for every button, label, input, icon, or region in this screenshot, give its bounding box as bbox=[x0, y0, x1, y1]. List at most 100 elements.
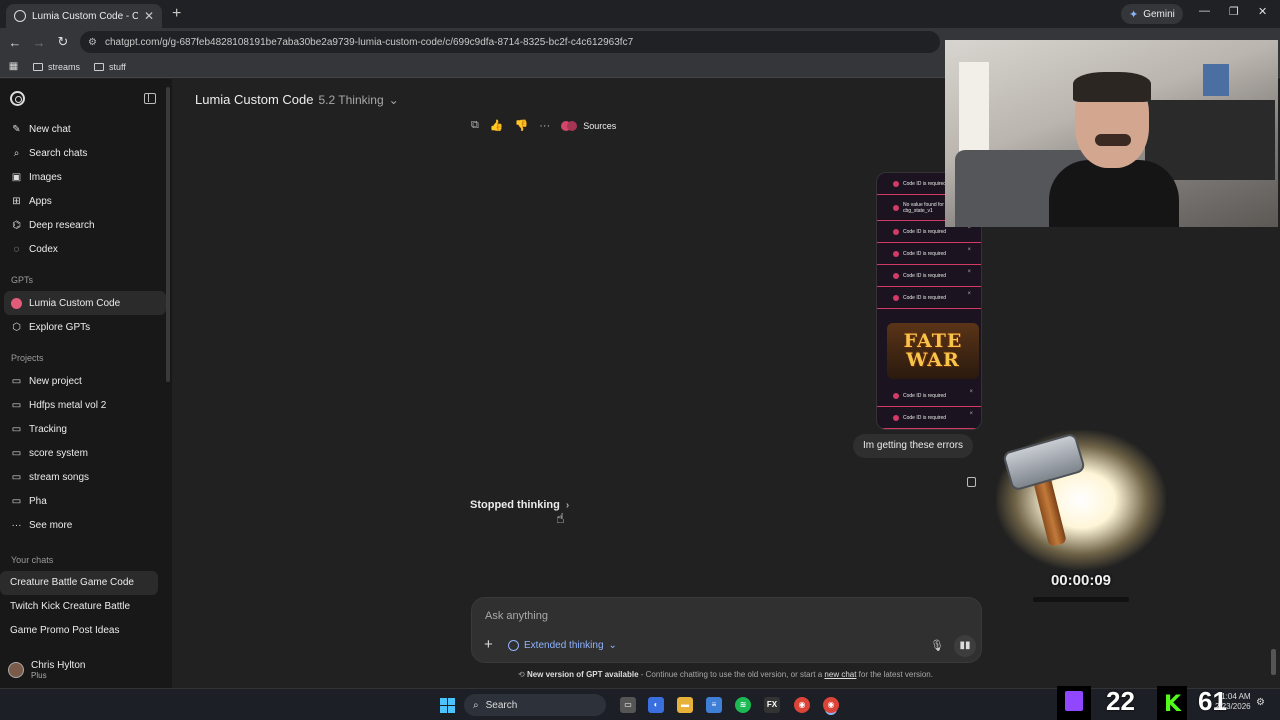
error-text: Code ID is required bbox=[903, 250, 947, 257]
file-explorer-icon[interactable]: ▬ bbox=[677, 697, 693, 713]
error-text: Code ID is required bbox=[903, 294, 947, 301]
tab-title: Lumia Custom Code - Creature bbox=[32, 10, 138, 22]
sidebar-item-apps[interactable]: ⊞ Apps bbox=[0, 189, 166, 213]
sidebar-item-label: Explore GPTs bbox=[29, 321, 91, 333]
thumbs-down-icon[interactable]: 👎 bbox=[515, 119, 529, 132]
sidebar-scrollbar[interactable] bbox=[166, 87, 170, 382]
sidebar-item-project[interactable]: ▭ Pha bbox=[0, 489, 166, 513]
task-view-icon[interactable]: ▭ bbox=[620, 697, 636, 713]
user-name: Chris Hylton bbox=[31, 660, 86, 671]
url-bar[interactable]: ⚙ chatgpt.com/g/g-687feb4828108191be7aba… bbox=[80, 31, 940, 53]
microphone-icon[interactable]: 🎙 bbox=[930, 639, 944, 652]
apps-grid-icon[interactable]: ▦ bbox=[8, 61, 19, 72]
user-profile[interactable]: Chris Hylton Plus bbox=[8, 660, 85, 680]
thumbs-up-icon[interactable]: 👍 bbox=[490, 119, 504, 132]
folder-icon: ▭ bbox=[11, 399, 22, 411]
add-attachment-icon[interactable]: + bbox=[484, 636, 493, 653]
extended-thinking-pill[interactable]: Extended thinking ⌄ bbox=[508, 640, 617, 651]
more-dots-icon[interactable]: ··· bbox=[539, 120, 550, 132]
composer[interactable]: Ask anything + Extended thinking ⌄ 🎙 ▮▮ bbox=[471, 597, 982, 663]
error-toast: Code ID is required × bbox=[877, 407, 981, 429]
spotify-icon[interactable]: ≋ bbox=[735, 697, 751, 713]
error-icon bbox=[893, 414, 899, 421]
sidebar-item-search-chats[interactable]: ⌕ Search chats bbox=[0, 141, 166, 165]
gemini-button[interactable]: ✦ Gemini bbox=[1121, 4, 1183, 24]
sidebar-item-explore-gpts[interactable]: ⬡ Explore GPTs bbox=[0, 315, 166, 339]
image-icon: ▣ bbox=[11, 171, 22, 183]
compose-icon: ✎ bbox=[12, 123, 21, 135]
chat-item[interactable]: Twitch Kick Creature Battle bbox=[0, 595, 172, 619]
kick-icon: K bbox=[1164, 692, 1182, 717]
openai-logo-icon[interactable] bbox=[10, 90, 25, 106]
sidebar-item-project[interactable]: ▭ Hdfps metal vol 2 bbox=[0, 393, 166, 417]
browser-tab[interactable]: Lumia Custom Code - Creature ✕ bbox=[6, 4, 162, 28]
webcam-person bbox=[1073, 72, 1151, 102]
bookmark-folder-stuff[interactable]: stuff bbox=[94, 62, 126, 72]
taskbar-clock[interactable]: 1:04 AM 2/23/2026 bbox=[1215, 692, 1251, 712]
stopped-thinking-toggle[interactable]: Stopped thinking › bbox=[470, 499, 569, 511]
sidebar-item-label: Images bbox=[29, 171, 62, 183]
folder-plus-icon: ▭ bbox=[11, 375, 22, 387]
model-selector[interactable]: Lumia Custom Code 5.2 Thinking ⌄ bbox=[195, 92, 399, 107]
chrome-active-icon[interactable]: ◉ bbox=[823, 697, 839, 713]
sidebar-item-project[interactable]: ▭ Tracking bbox=[0, 417, 166, 441]
folder-icon bbox=[33, 62, 43, 71]
error-toast: Code ID is required × bbox=[877, 385, 981, 407]
chrome-icon[interactable]: ◉ bbox=[794, 697, 810, 713]
sidebar-item-new-project[interactable]: ▭ New project bbox=[0, 369, 166, 393]
error-icon bbox=[893, 204, 899, 211]
sidebar-item-see-more[interactable]: ··· See more bbox=[0, 513, 166, 537]
gpt-avatar-icon bbox=[11, 297, 22, 309]
cube-icon: ⬡ bbox=[12, 321, 21, 333]
more-dots-icon: ··· bbox=[11, 519, 22, 531]
telescope-icon: ⌬ bbox=[12, 219, 21, 231]
sidebar-item-new-chat[interactable]: ✎ New chat bbox=[0, 117, 166, 141]
logo-line: WAR bbox=[906, 349, 960, 371]
chat-item[interactable]: Game Promo Post Ideas bbox=[0, 619, 172, 643]
voice-mode-icon[interactable]: ▮▮ bbox=[954, 635, 976, 657]
chat-item[interactable]: Creature Battle Game Code bbox=[0, 571, 158, 595]
forward-icon[interactable]: → bbox=[27, 35, 51, 50]
notepad-icon[interactable]: ≡ bbox=[706, 697, 722, 713]
sidebar-item-label: Codex bbox=[29, 243, 58, 255]
sidebar-item-project[interactable]: ▭ stream songs bbox=[0, 465, 166, 489]
back-icon[interactable]: ← bbox=[3, 35, 27, 50]
browser-tab-bar: Lumia Custom Code - Creature ✕ + ✦ Gemin… bbox=[0, 0, 1280, 28]
sidebar-item-deep-research[interactable]: ⌬ Deep research bbox=[0, 213, 166, 237]
copilot-icon[interactable]: ◐ bbox=[648, 697, 664, 713]
sidebar-item-project[interactable]: ▭ score system bbox=[0, 441, 166, 465]
prompt-input[interactable]: Ask anything bbox=[485, 610, 548, 622]
site-info-icon[interactable]: ⚙ bbox=[88, 37, 97, 48]
sources-favicons[interactable] bbox=[561, 120, 578, 131]
new-chat-link[interactable]: new chat bbox=[824, 670, 856, 679]
sidebar-item-label: New project bbox=[29, 375, 82, 387]
folder-icon: ▭ bbox=[11, 447, 22, 459]
twitch-viewer-count: 22 bbox=[1106, 686, 1135, 716]
sources-button[interactable]: Sources bbox=[583, 121, 616, 131]
close-window-icon[interactable]: ✕ bbox=[1258, 5, 1267, 18]
close-tab-icon[interactable]: ✕ bbox=[144, 9, 154, 23]
reload-icon[interactable]: ↻ bbox=[51, 34, 75, 50]
notifications-icon[interactable]: ⚙ bbox=[1256, 697, 1265, 708]
copy-icon[interactable] bbox=[967, 477, 976, 487]
new-tab-button[interactable]: + bbox=[172, 5, 181, 23]
notice-tail: for the latest version. bbox=[856, 670, 933, 679]
sidebar-item-images[interactable]: ▣ Images bbox=[0, 165, 166, 189]
windows-start-icon[interactable] bbox=[440, 698, 455, 713]
sidebar-item-codex[interactable]: ◌ Codex bbox=[0, 237, 166, 261]
hud-fx-icon[interactable]: FX bbox=[764, 697, 780, 713]
search-icon: ⌕ bbox=[473, 699, 479, 711]
sidebar-item-lumia-custom-code[interactable]: Lumia Custom Code bbox=[4, 291, 166, 315]
bookmark-folder-streams[interactable]: streams bbox=[33, 62, 80, 72]
minimize-icon[interactable]: — bbox=[1199, 5, 1210, 17]
restore-icon[interactable]: ❐ bbox=[1229, 5, 1239, 18]
webcam-person bbox=[1095, 134, 1131, 146]
screen: Lumia Custom Code - Creature ✕ + ✦ Gemin… bbox=[0, 0, 1280, 720]
copy-icon[interactable]: ⧉ bbox=[471, 119, 479, 132]
close-sidebar-icon[interactable] bbox=[144, 92, 156, 104]
extended-thinking-label: Extended thinking bbox=[524, 640, 604, 651]
folder-icon: ▭ bbox=[11, 495, 22, 507]
main-scrollbar[interactable] bbox=[1271, 649, 1276, 675]
taskbar-search[interactable]: ⌕ Search bbox=[464, 694, 606, 716]
error-text: Code ID is required bbox=[903, 392, 947, 399]
